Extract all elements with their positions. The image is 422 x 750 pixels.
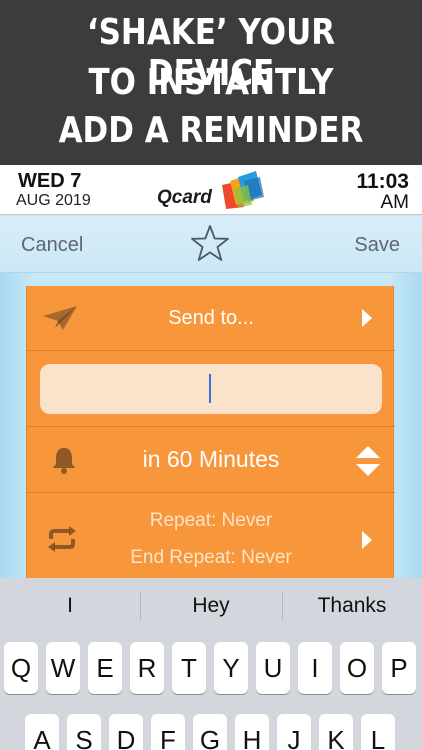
predictive-bar: I Hey Thanks (0, 578, 422, 636)
key[interactable]: U (256, 642, 290, 694)
text-caret (209, 374, 211, 403)
key[interactable]: O (340, 642, 374, 694)
key[interactable]: H (235, 714, 269, 750)
key[interactable]: W (46, 642, 80, 694)
message-row (27, 351, 395, 427)
repeat-label: Repeat: Never (149, 510, 273, 531)
keyboard: I Hey Thanks Q W E R T Y U I O P A S D F… (0, 578, 422, 750)
date-time-bar: WED 7 AUG 2019 Qcard 11:03 AM (0, 165, 422, 215)
app-screen: WED 7 AUG 2019 Qcard 11:03 AM Cancel Sav… (0, 165, 422, 750)
clock-ampm: AM (380, 192, 410, 213)
repeat-row[interactable]: Repeat: Never End Repeat: Never (27, 493, 395, 583)
qcard-logo-icon (222, 171, 264, 209)
key[interactable]: K (319, 714, 353, 750)
key[interactable]: G (193, 714, 227, 750)
promo-line-3: ADD A REMINDER (58, 110, 364, 151)
key[interactable]: Y (214, 642, 248, 694)
stepper-up-down-icon[interactable] (355, 444, 381, 478)
key[interactable]: A (25, 714, 59, 750)
end-repeat-label: End Repeat: Never (130, 547, 292, 568)
date-day: WED 7 (18, 170, 82, 192)
key[interactable]: E (88, 642, 122, 694)
reminder-time-row[interactable]: in 60 Minutes (27, 427, 395, 493)
chevron-right-icon (362, 531, 372, 549)
key[interactable]: R (130, 642, 164, 694)
key[interactable]: Q (4, 642, 38, 694)
suggestion-1[interactable]: I (0, 594, 140, 618)
brand-name: Qcard (157, 187, 212, 208)
date-month: AUG 2019 (16, 192, 91, 209)
chevron-right-icon (362, 309, 372, 327)
key[interactable]: I (298, 642, 332, 694)
key[interactable]: F (151, 714, 185, 750)
cancel-button[interactable]: Cancel (21, 234, 83, 257)
send-to-label: Send to... (168, 307, 254, 329)
suggestion-3[interactable]: Thanks (282, 594, 422, 618)
star-outline-icon[interactable] (190, 223, 230, 263)
message-input[interactable] (40, 364, 382, 414)
key[interactable]: S (67, 714, 101, 750)
save-button[interactable]: Save (354, 234, 400, 257)
promo-banner: ‘SHAKE’ YOUR DEVICE TO INSTANTLY ADD A R… (0, 0, 422, 165)
suggestion-2[interactable]: Hey (140, 594, 282, 618)
promo-line-2: TO INSTANTLY (88, 62, 334, 103)
key[interactable]: L (361, 714, 395, 750)
clock-time: 11:03 (356, 170, 409, 193)
reminder-time-value: in 60 Minutes (142, 446, 280, 472)
key[interactable]: T (172, 642, 206, 694)
send-to-row[interactable]: Send to... (27, 286, 395, 351)
nav-bar: Cancel Save (0, 216, 422, 273)
key[interactable]: P (382, 642, 416, 694)
key[interactable]: D (109, 714, 143, 750)
key[interactable]: J (277, 714, 311, 750)
